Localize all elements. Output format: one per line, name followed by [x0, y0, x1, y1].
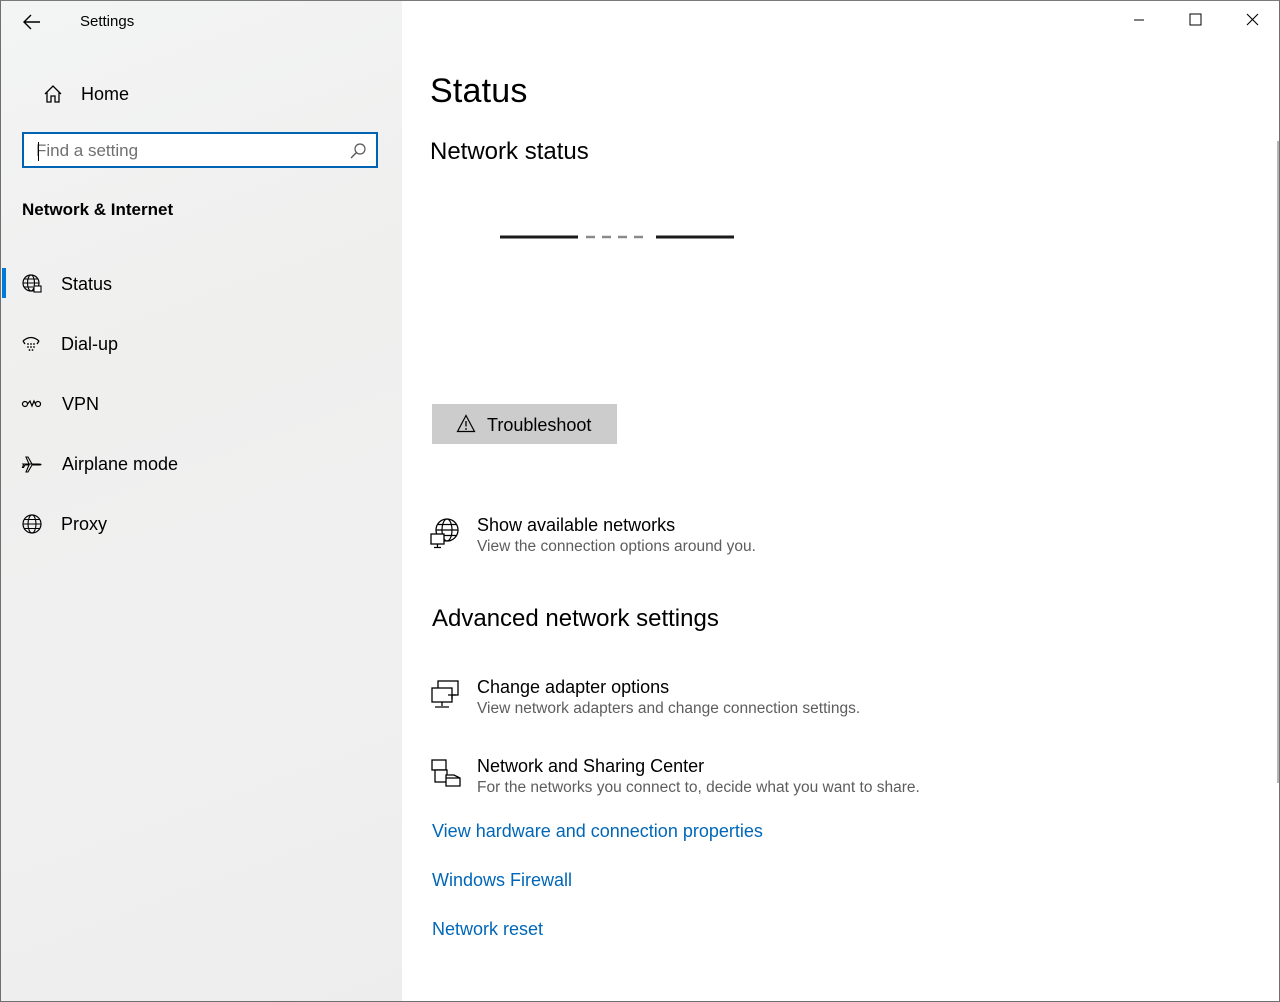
sidebar-item-label: Dial-up	[61, 334, 119, 354]
show-networks-subtitle: View the connection options around you.	[477, 538, 756, 555]
maximize-button[interactable]	[1167, 1, 1223, 43]
app-title: Settings	[80, 13, 135, 30]
sidebar-item-proxy[interactable]: Proxy	[1, 504, 402, 544]
text-caret	[38, 142, 39, 161]
selected-indicator	[2, 268, 6, 298]
network-status-heading: Network status	[430, 138, 589, 165]
maximize-icon	[1189, 13, 1202, 31]
sharing-center-icon	[430, 758, 464, 792]
sharing-center-title: Network and Sharing Center	[477, 756, 705, 776]
sidebar-item-airplane-mode[interactable]: Airplane mode	[1, 444, 402, 484]
search-input[interactable]	[36, 140, 336, 162]
vpn-icon	[21, 393, 43, 415]
home-icon	[43, 84, 63, 109]
sidebar-item-label: VPN	[62, 394, 100, 414]
advanced-settings-heading: Advanced network settings	[432, 605, 719, 632]
search-box[interactable]	[22, 132, 378, 168]
main-content: Status Network status Troubleshoot Show …	[402, 1, 1279, 1001]
search-icon[interactable]	[349, 142, 367, 160]
section-title: Network & Internet	[22, 200, 174, 219]
airplane-icon	[21, 453, 43, 475]
sidebar-item-status[interactable]: Status	[1, 264, 402, 304]
sidebar-item-vpn[interactable]: VPN	[1, 384, 402, 424]
close-icon	[1246, 13, 1259, 31]
home-label: Home	[81, 84, 130, 104]
close-button[interactable]	[1224, 1, 1279, 43]
network-adapter-icon	[430, 679, 464, 713]
sidebar-item-label: Status	[61, 274, 113, 294]
sidebar-item-label: Proxy	[61, 514, 108, 534]
sidebar: Settings Home Network & Internet Status	[1, 1, 402, 1001]
page-title: Status	[430, 72, 528, 110]
adapter-options-subtitle: View network adapters and change connect…	[477, 700, 861, 717]
sharing-center-subtitle: For the networks you connect to, decide …	[477, 779, 920, 796]
globe-icon	[21, 513, 43, 535]
sidebar-item-label: Airplane mode	[62, 454, 179, 474]
minimize-icon	[1133, 13, 1145, 31]
windows-firewall-link[interactable]: Windows Firewall	[432, 870, 572, 891]
troubleshoot-button[interactable]: Troubleshoot	[432, 404, 617, 444]
minimize-button[interactable]	[1111, 1, 1167, 43]
globe-status-icon	[21, 273, 43, 295]
back-arrow-icon[interactable]	[21, 12, 43, 32]
scrollbar[interactable]	[1277, 141, 1279, 783]
troubleshoot-label: Troubleshoot	[487, 415, 592, 435]
view-hardware-properties-link[interactable]: View hardware and connection properties	[432, 821, 763, 842]
sidebar-item-dialup[interactable]: Dial-up	[1, 324, 402, 364]
show-networks-title: Show available networks	[477, 515, 676, 535]
adapter-options-title: Change adapter options	[477, 677, 670, 697]
network-status-diagram	[500, 229, 736, 247]
settings-window: Settings Home Network & Internet Status	[0, 0, 1280, 1002]
warning-icon	[456, 414, 476, 438]
dialup-phone-icon	[21, 333, 43, 355]
network-globe-icon	[430, 517, 464, 551]
network-reset-link[interactable]: Network reset	[432, 919, 543, 940]
